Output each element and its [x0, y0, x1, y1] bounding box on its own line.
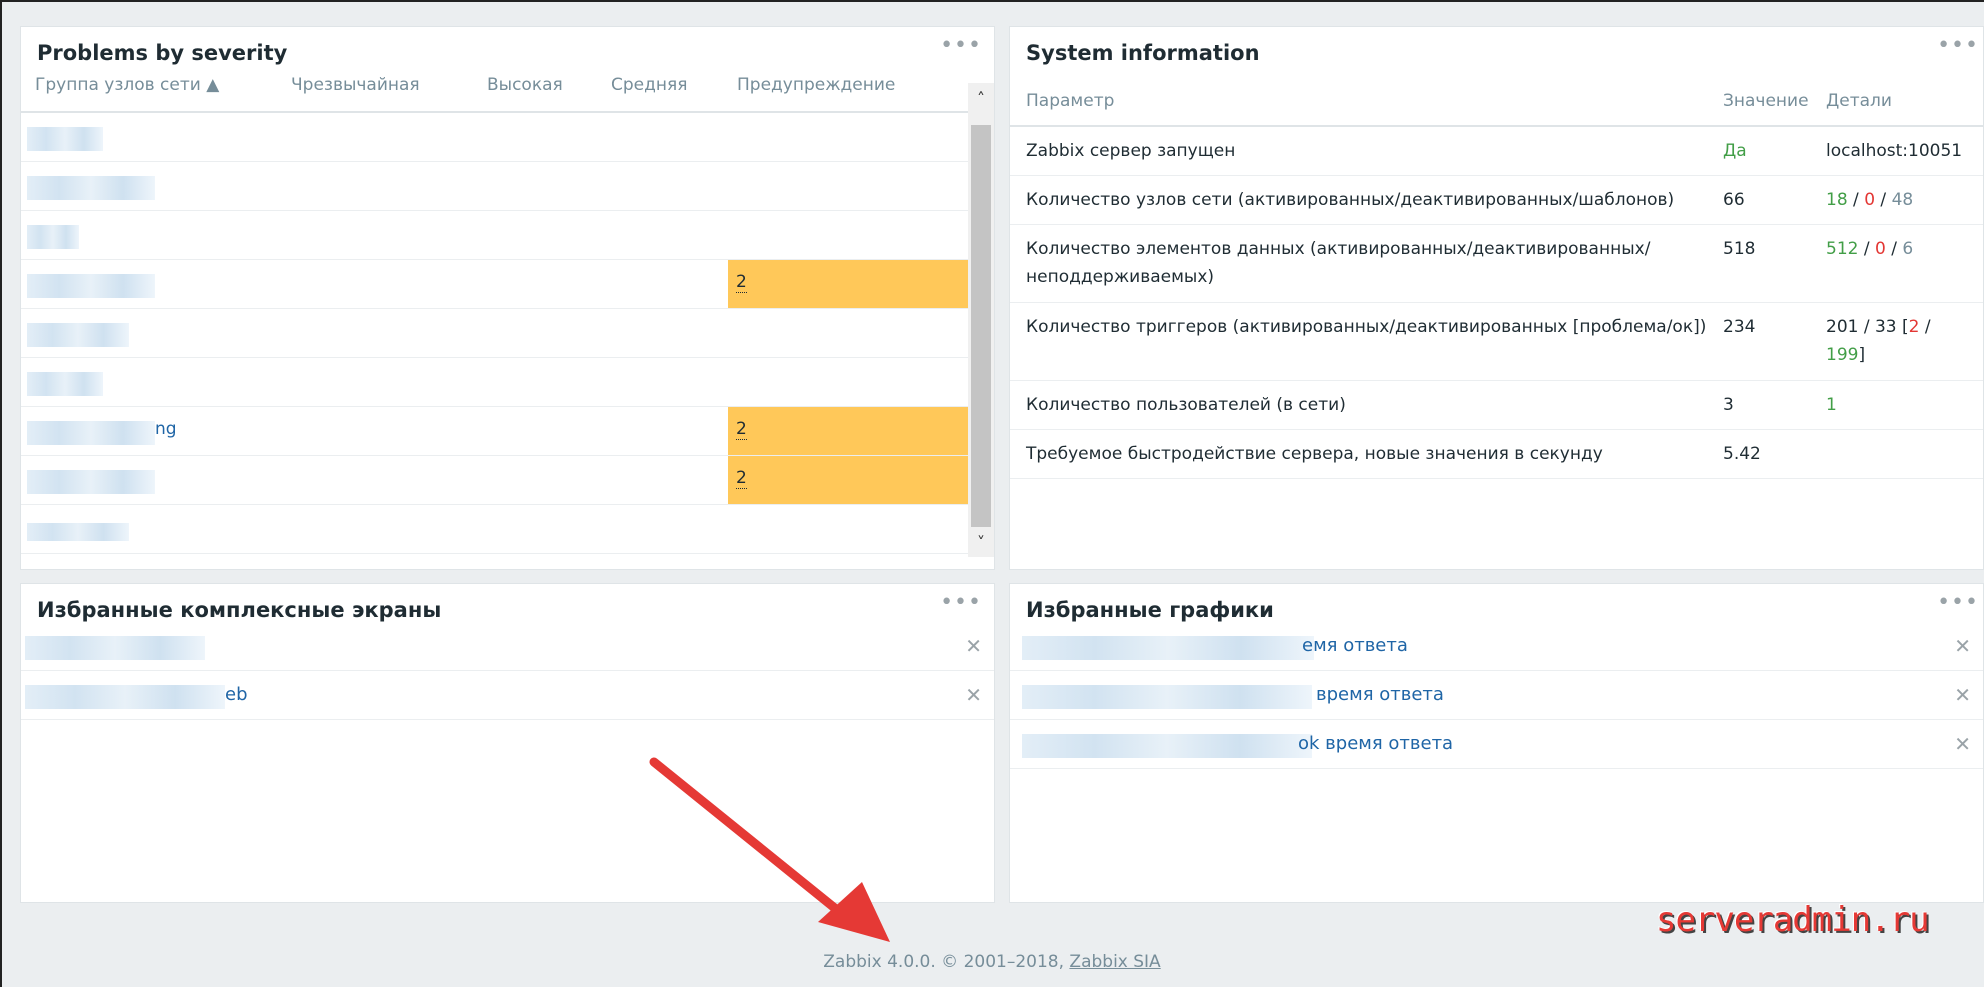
- host-group-link[interactable]: [27, 372, 103, 396]
- widget-menu-icon[interactable]: •••: [940, 590, 982, 615]
- column-warning[interactable]: Предупреждение: [737, 75, 895, 95]
- list-item: eb ✕: [21, 671, 994, 720]
- param-cell: Количество триггеров (активированных/деа…: [1026, 317, 1707, 337]
- column-parameter: Параметр: [1026, 91, 1115, 111]
- scrollbar[interactable]: ˄ ˅: [968, 83, 994, 557]
- system-information-widget: System information ••• Параметр Значение…: [1009, 26, 1984, 570]
- table-row: 2: [21, 456, 970, 505]
- host-group-link[interactable]: [27, 127, 103, 151]
- details-cell: 512 / 0 / 6: [1826, 239, 1914, 259]
- value-cell: Да: [1723, 141, 1747, 161]
- list-item: ✕: [21, 622, 994, 671]
- column-host-group[interactable]: Группа узлов сети ▲: [35, 75, 219, 95]
- column-average[interactable]: Средняя: [611, 75, 687, 95]
- favourite-graph-link-text[interactable]: время ответа: [1316, 684, 1444, 705]
- table-row: 2: [21, 260, 970, 309]
- table-row: [21, 162, 970, 211]
- details-cell: 1: [1826, 395, 1837, 415]
- remove-favourite-icon[interactable]: ✕: [1954, 634, 1971, 658]
- widget-title: Избранные графики: [1026, 598, 1274, 622]
- widget-title: System information: [1026, 41, 1260, 65]
- table-row: Количество триггеров (активированных/деа…: [1010, 303, 1983, 381]
- remove-favourite-icon[interactable]: ✕: [1954, 683, 1971, 707]
- favourite-graph-link-text[interactable]: емя ответа: [1302, 635, 1408, 656]
- value-cell: 66: [1723, 190, 1745, 210]
- param-cell: Количество узлов сети (активированных/де…: [1026, 190, 1675, 210]
- favourite-screen-link-text[interactable]: eb: [225, 684, 248, 705]
- watermark: serveradmin.ru: [1656, 900, 1930, 940]
- favourite-graph-link[interactable]: [1022, 685, 1312, 709]
- host-group-link[interactable]: [27, 225, 79, 249]
- details-cell: localhost:10051: [1826, 141, 1963, 161]
- param-cell: Требуемое быстродействие сервера, новые …: [1026, 444, 1603, 464]
- widget-menu-icon[interactable]: •••: [1937, 590, 1979, 615]
- table-row: Количество пользователей (в сети) 3 1: [1010, 381, 1983, 430]
- value-cell: 234: [1723, 317, 1756, 337]
- problems-by-severity-widget: Problems by severity ••• Группа узлов се…: [20, 26, 995, 570]
- widget-title: Problems by severity: [37, 41, 288, 65]
- table-row: [21, 309, 970, 358]
- warning-count-link[interactable]: 2: [736, 272, 747, 293]
- param-cell: Количество элементов данных (активирован…: [1026, 239, 1651, 287]
- param-cell: Zabbix сервер запущен: [1026, 141, 1236, 161]
- scroll-down-icon[interactable]: ˅: [968, 533, 994, 552]
- table-row: Количество узлов сети (активированных/де…: [1010, 176, 1983, 225]
- host-group-link-text[interactable]: ng: [155, 419, 177, 439]
- favourite-graph-link-text[interactable]: ok время ответа: [1298, 733, 1453, 754]
- list-item: время ответа ✕: [1010, 671, 1983, 720]
- host-group-link[interactable]: [27, 323, 129, 347]
- footer-copyright: Zabbix 4.0.0. © 2001–2018,: [823, 952, 1070, 972]
- value-cell: 5.42: [1723, 444, 1761, 464]
- remove-favourite-icon[interactable]: ✕: [965, 683, 982, 707]
- value-cell: 518: [1723, 239, 1756, 259]
- table-row: [21, 113, 970, 162]
- annotation-arrow-icon: [649, 757, 890, 942]
- table-row: Zabbix сервер запущен Да localhost:10051: [1010, 127, 1983, 176]
- warning-count-cell: 2: [728, 407, 968, 455]
- host-group-link[interactable]: [27, 421, 155, 445]
- warning-count-cell: 2: [728, 456, 968, 504]
- favourite-screen-link[interactable]: [25, 636, 205, 660]
- host-group-link[interactable]: [27, 176, 155, 200]
- table-row: Требуемое быстродействие сервера, новые …: [1010, 430, 1983, 479]
- widget-title: Избранные комплексные экраны: [37, 598, 442, 622]
- footer-link[interactable]: Zabbix SIA: [1069, 952, 1160, 972]
- table-row: [21, 358, 970, 407]
- favourite-screen-link[interactable]: [25, 685, 225, 709]
- value-cell: 3: [1723, 395, 1734, 415]
- details-cell: 18 / 0 / 48: [1826, 190, 1914, 210]
- favourite-graph-link[interactable]: [1022, 734, 1312, 758]
- remove-favourite-icon[interactable]: ✕: [1954, 732, 1971, 756]
- remove-favourite-icon[interactable]: ✕: [965, 634, 982, 658]
- list-item: ok время ответа ✕: [1010, 720, 1983, 769]
- host-group-link[interactable]: [27, 274, 155, 298]
- list-item: емя ответа ✕: [1010, 622, 1983, 671]
- widget-menu-icon[interactable]: •••: [1937, 33, 1979, 58]
- favourite-graphs-widget: Избранные графики ••• емя ответа ✕ время…: [1009, 583, 1984, 903]
- footer: Zabbix 4.0.0. © 2001–2018, Zabbix SIA: [0, 952, 1984, 972]
- host-group-link[interactable]: [27, 523, 129, 541]
- table-row: [21, 211, 970, 260]
- column-details: Детали: [1826, 91, 1892, 111]
- details-cell: 201 / 33 [2 /199]: [1826, 317, 1931, 365]
- column-high[interactable]: Высокая: [487, 75, 563, 95]
- param-cell: Количество пользователей (в сети): [1026, 395, 1346, 415]
- warning-count-cell: 2: [728, 260, 968, 308]
- table-row: Количество элементов данных (активирован…: [1010, 225, 1983, 303]
- column-value: Значение: [1723, 91, 1809, 111]
- table-row: [21, 505, 970, 554]
- scroll-thumb[interactable]: [971, 125, 991, 527]
- warning-count-link[interactable]: 2: [736, 468, 747, 489]
- warning-count-link[interactable]: 2: [736, 419, 747, 440]
- column-disaster[interactable]: Чрезвычайная: [291, 75, 420, 95]
- table-row: ng 2: [21, 407, 970, 456]
- favourite-graph-link[interactable]: [1022, 636, 1314, 660]
- widget-menu-icon[interactable]: •••: [940, 33, 982, 58]
- scroll-up-icon[interactable]: ˄: [968, 89, 994, 108]
- host-group-link[interactable]: [27, 470, 155, 494]
